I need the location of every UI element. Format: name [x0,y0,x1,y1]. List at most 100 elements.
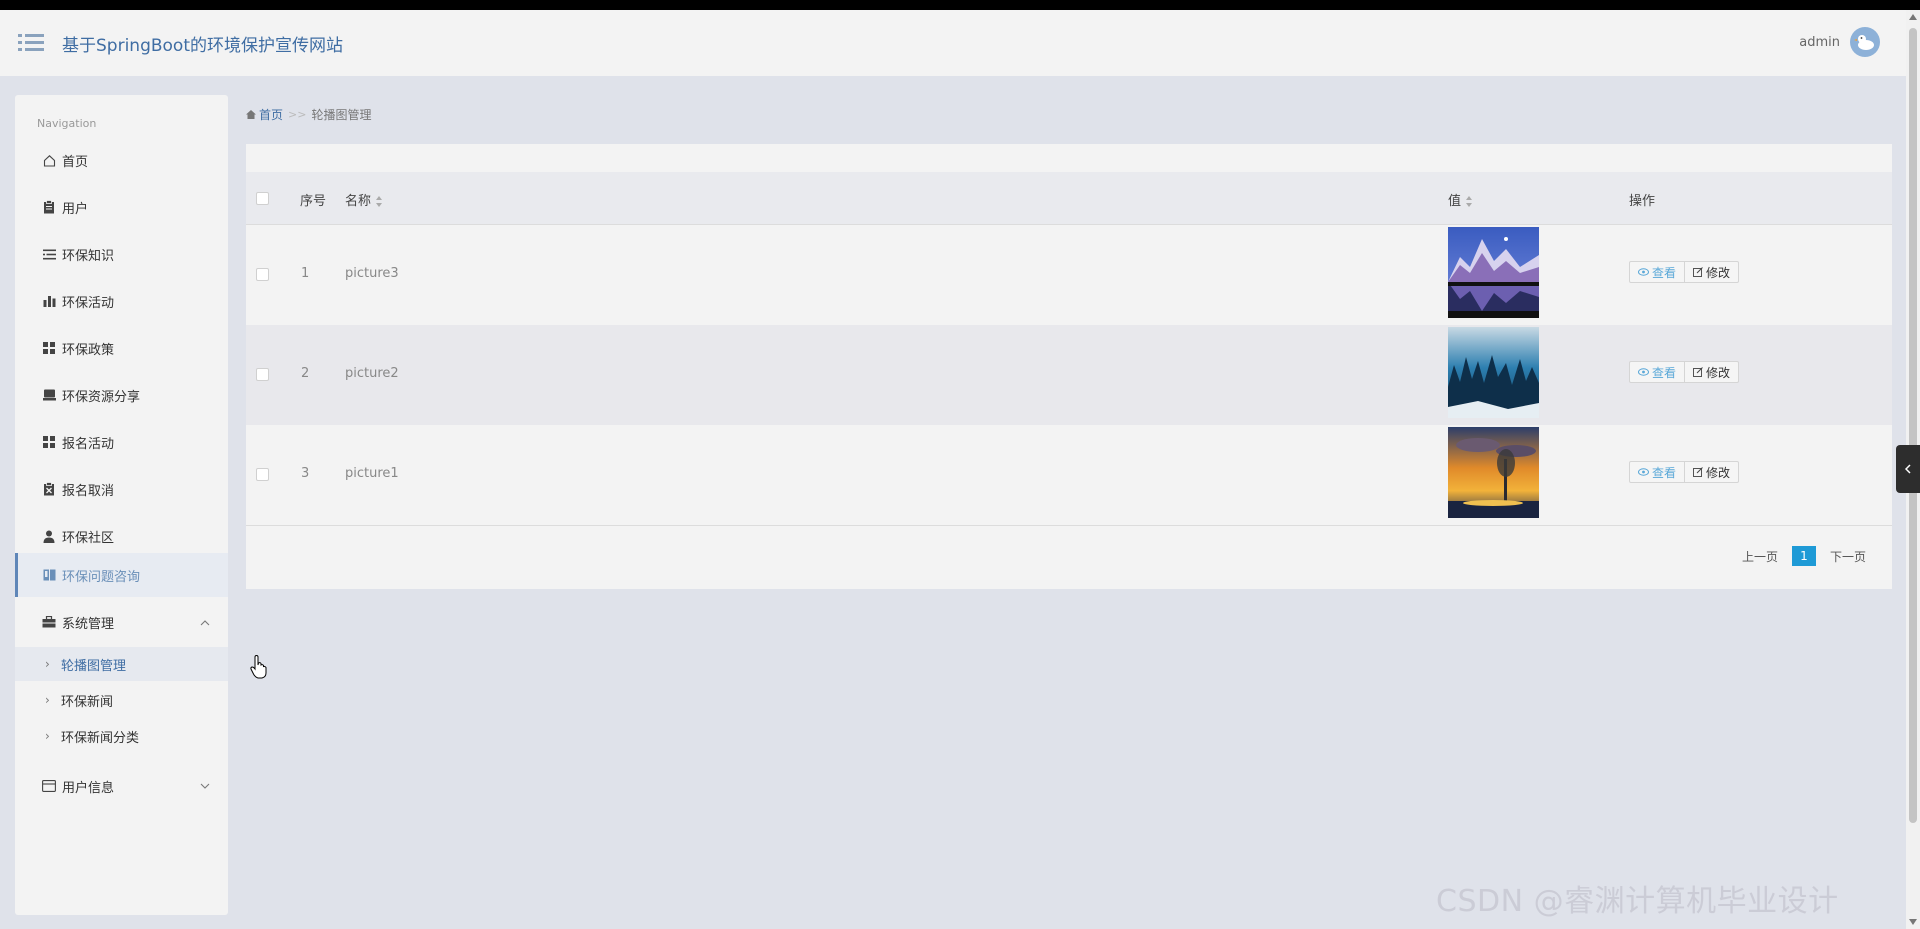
view-label: 查看 [1652,365,1677,380]
edit-button[interactable]: 修改 [1685,461,1740,483]
sidebar-item-community[interactable]: 环保社区 [15,514,228,558]
sub-item-news-category[interactable]: › 环保新闻分类 [15,719,228,753]
window-top-edge [0,0,1920,10]
table-row: 1 picture3 查看 修改 [246,225,1892,325]
sidebar: Navigation 首页 用户 环保知识 环保活动 环保政策 环保资源分享 报… [15,95,228,915]
hand-cursor-icon [250,654,268,683]
nav-heading: Navigation [37,117,97,130]
edit-icon [1693,267,1703,277]
sort-icon[interactable] [376,196,383,207]
home-icon [42,153,56,167]
row-checkbox[interactable] [256,268,269,281]
row-actions: 查看 修改 [1629,261,1740,283]
grid-icon [42,341,56,355]
menu-toggle-icon[interactable] [18,33,44,53]
sidebar-item-label: 环保资源分享 [62,389,141,405]
csdn-watermark: CSDN @睿渊计算机毕业设计 [1436,884,1839,919]
sidebar-item-label: 环保知识 [62,248,115,264]
row-checkbox[interactable] [256,468,269,481]
select-all-checkbox[interactable] [256,192,269,205]
scroll-down-icon[interactable] [1909,919,1917,925]
user-menu[interactable]: admin [1799,27,1880,57]
sidebar-item-label: 系统管理 [62,616,115,632]
sidebar-item-label: 环保政策 [62,342,115,358]
scroll-up-icon[interactable] [1909,14,1917,20]
sidebar-item-resources[interactable]: 环保资源分享 [15,373,228,417]
grid-icon [42,435,56,449]
site-title: 基于SpringBoot的环境保护宣传网站 [62,35,343,56]
sidebar-item-signup[interactable]: 报名活动 [15,420,228,464]
sidebar-item-home[interactable]: 首页 [15,138,228,182]
side-panel-toggle[interactable] [1896,445,1920,493]
column-header-label: 值 [1448,194,1462,209]
page-number-current[interactable]: 1 [1791,546,1816,566]
edit-label: 修改 [1706,265,1731,280]
row-actions: 查看 修改 [1629,461,1740,483]
card-icon [42,779,56,793]
user-icon [42,529,56,543]
sidebar-item-activities[interactable]: 环保活动 [15,279,228,323]
edit-button[interactable]: 修改 [1685,361,1740,383]
edit-label: 修改 [1706,465,1731,480]
eye-icon [1638,268,1649,276]
view-button[interactable]: 查看 [1629,261,1686,283]
row-name: picture3 [345,266,399,281]
row-name: picture2 [345,366,399,381]
sub-item-label: 环保新闻分类 [61,730,140,746]
sunset-tree-thumbnail[interactable] [1448,427,1539,518]
view-label: 查看 [1652,265,1677,280]
sub-item-label: 轮播图管理 [61,658,127,674]
column-header-index: 序号 [300,194,327,209]
sub-item-label: 环保新闻 [61,694,114,710]
avatar[interactable] [1850,27,1880,57]
sidebar-item-users[interactable]: 用户 [15,185,228,229]
sidebar-item-user-info[interactable]: 用户信息 [15,764,228,808]
sidebar-item-consultation[interactable]: 环保问题咨询 [15,553,228,597]
view-label: 查看 [1652,465,1677,480]
sidebar-item-label: 环保活动 [62,295,115,311]
row-checkbox[interactable] [256,368,269,381]
edit-button[interactable]: 修改 [1685,261,1740,283]
view-button[interactable]: 查看 [1629,361,1686,383]
table-row: 2 picture2 查看 修改 [246,325,1892,425]
chevron-up-icon [200,615,210,630]
edit-icon [1693,467,1703,477]
view-button[interactable]: 查看 [1629,461,1686,483]
breadcrumb-home-link[interactable]: 首页 [259,106,283,123]
sub-item-news[interactable]: › 环保新闻 [15,683,228,717]
row-name: picture1 [345,466,399,481]
mountain-lake-thumbnail[interactable] [1448,227,1539,318]
sub-item-carousel[interactable]: › 轮播图管理 [15,647,228,681]
prev-page-link[interactable]: 上一页 [1742,548,1778,565]
duck-avatar-icon [1854,35,1874,50]
chevron-right-icon: › [45,729,50,743]
top-header: 基于SpringBoot的环境保护宣传网站 admin [0,10,1906,76]
sidebar-item-cancel-signup[interactable]: 报名取消 [15,467,228,511]
user-name[interactable]: admin [1799,35,1840,50]
row-index: 3 [301,466,310,481]
eye-icon [1638,368,1649,376]
column-header-name[interactable]: 名称 [345,190,383,209]
sort-icon[interactable] [1466,196,1473,207]
edit-label: 修改 [1706,365,1731,380]
snowy-forest-thumbnail[interactable] [1448,327,1539,418]
book-icon [42,568,56,582]
eye-icon [1638,468,1649,476]
scroll-thumb[interactable] [1909,28,1917,823]
sidebar-item-system-management[interactable]: 系统管理 [15,600,228,644]
sidebar-item-policies[interactable]: 环保政策 [15,326,228,370]
sidebar-item-knowledge[interactable]: 环保知识 [15,232,228,276]
breadcrumb-separator: >> [288,108,307,121]
inbox-icon [42,388,56,402]
carousel-table-panel: 序号 名称 值 操作 1 picture3 查看 修改 2 picture2 查… [246,144,1892,589]
next-page-link[interactable]: 下一页 [1830,548,1866,565]
briefcase-icon [42,615,56,629]
sidebar-item-label: 用户 [62,201,89,217]
column-header-value[interactable]: 值 [1448,190,1473,209]
row-index: 2 [301,366,310,381]
sidebar-item-label: 环保社区 [62,530,115,546]
chevron-left-icon [1904,464,1911,474]
bar-chart-icon [42,294,56,308]
column-header-label: 名称 [345,194,372,209]
row-index: 1 [301,266,310,281]
